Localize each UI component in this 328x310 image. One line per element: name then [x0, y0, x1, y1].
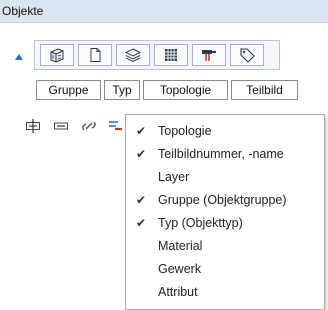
- attribute-button[interactable]: [230, 44, 264, 66]
- wall-icon: [50, 48, 64, 63]
- menu-item-gewerk[interactable]: Gewerk: [126, 259, 324, 280]
- checkmark-icon: ✔: [136, 193, 147, 207]
- menu-item-label: Layer: [158, 170, 190, 184]
- checkmark-icon: ✔: [136, 147, 147, 161]
- expand-all-button[interactable]: [23, 118, 43, 134]
- menu-item-material[interactable]: Material: [126, 236, 324, 257]
- link-icon: [82, 121, 96, 131]
- collapse-icon: [54, 122, 68, 130]
- filter-teilbild-button[interactable]: Teilbild: [231, 80, 298, 100]
- menu-item-label: Topologie: [158, 124, 212, 138]
- wall-view-button[interactable]: [40, 44, 74, 66]
- menu-item-label: Attribut: [158, 285, 198, 299]
- sort-icon: [109, 121, 122, 131]
- panel-title: Objekte: [2, 4, 44, 18]
- menu-item-teilbildnummer[interactable]: ✔ Teilbildnummer, -name: [126, 144, 324, 165]
- menu-item-label: Teilbildnummer, -name: [158, 147, 284, 161]
- page-icon: [90, 48, 101, 62]
- menu-item-attribut[interactable]: Attribut: [126, 282, 324, 303]
- filter-gruppe-button[interactable]: Gruppe: [36, 80, 101, 100]
- sort-button[interactable]: [106, 118, 124, 134]
- layers-icon: [124, 48, 142, 63]
- menu-item-typ[interactable]: ✔ Typ (Objekttyp): [126, 213, 324, 234]
- collapse-all-button[interactable]: [51, 118, 71, 134]
- menu-item-topologie[interactable]: ✔ Topologie: [126, 121, 324, 142]
- checkmark-icon: ✔: [136, 124, 147, 138]
- filter-typ-button[interactable]: Typ: [104, 80, 140, 100]
- grid-button[interactable]: [154, 44, 188, 66]
- menu-item-label: Material: [158, 239, 203, 253]
- layer-button[interactable]: [116, 44, 150, 66]
- menu-item-gruppe[interactable]: ✔ Gruppe (Objektgruppe): [126, 190, 324, 211]
- object-toolbar: [34, 40, 280, 70]
- hammer-icon: [202, 50, 216, 61]
- panel-header: Objekte: [0, 0, 328, 23]
- expand-icon: [26, 119, 40, 133]
- checkmark-icon: ✔: [136, 216, 147, 230]
- display-options-menu: ✔ Topologie ✔ Teilbildnummer, -name Laye…: [125, 114, 325, 310]
- menu-item-label: Typ (Objekttyp): [158, 216, 243, 230]
- link-button[interactable]: [79, 118, 99, 134]
- collapse-arrow-icon[interactable]: [15, 54, 23, 60]
- trade-button[interactable]: [192, 44, 226, 66]
- tag-icon: [240, 48, 255, 63]
- filter-topologie-button[interactable]: Topologie: [143, 80, 228, 100]
- grid-icon: [165, 49, 177, 61]
- menu-item-layer[interactable]: Layer: [126, 167, 324, 188]
- menu-item-label: Gewerk: [158, 262, 202, 276]
- menu-item-label: Gruppe (Objektgruppe): [158, 193, 287, 207]
- drawing-file-button[interactable]: [78, 44, 112, 66]
